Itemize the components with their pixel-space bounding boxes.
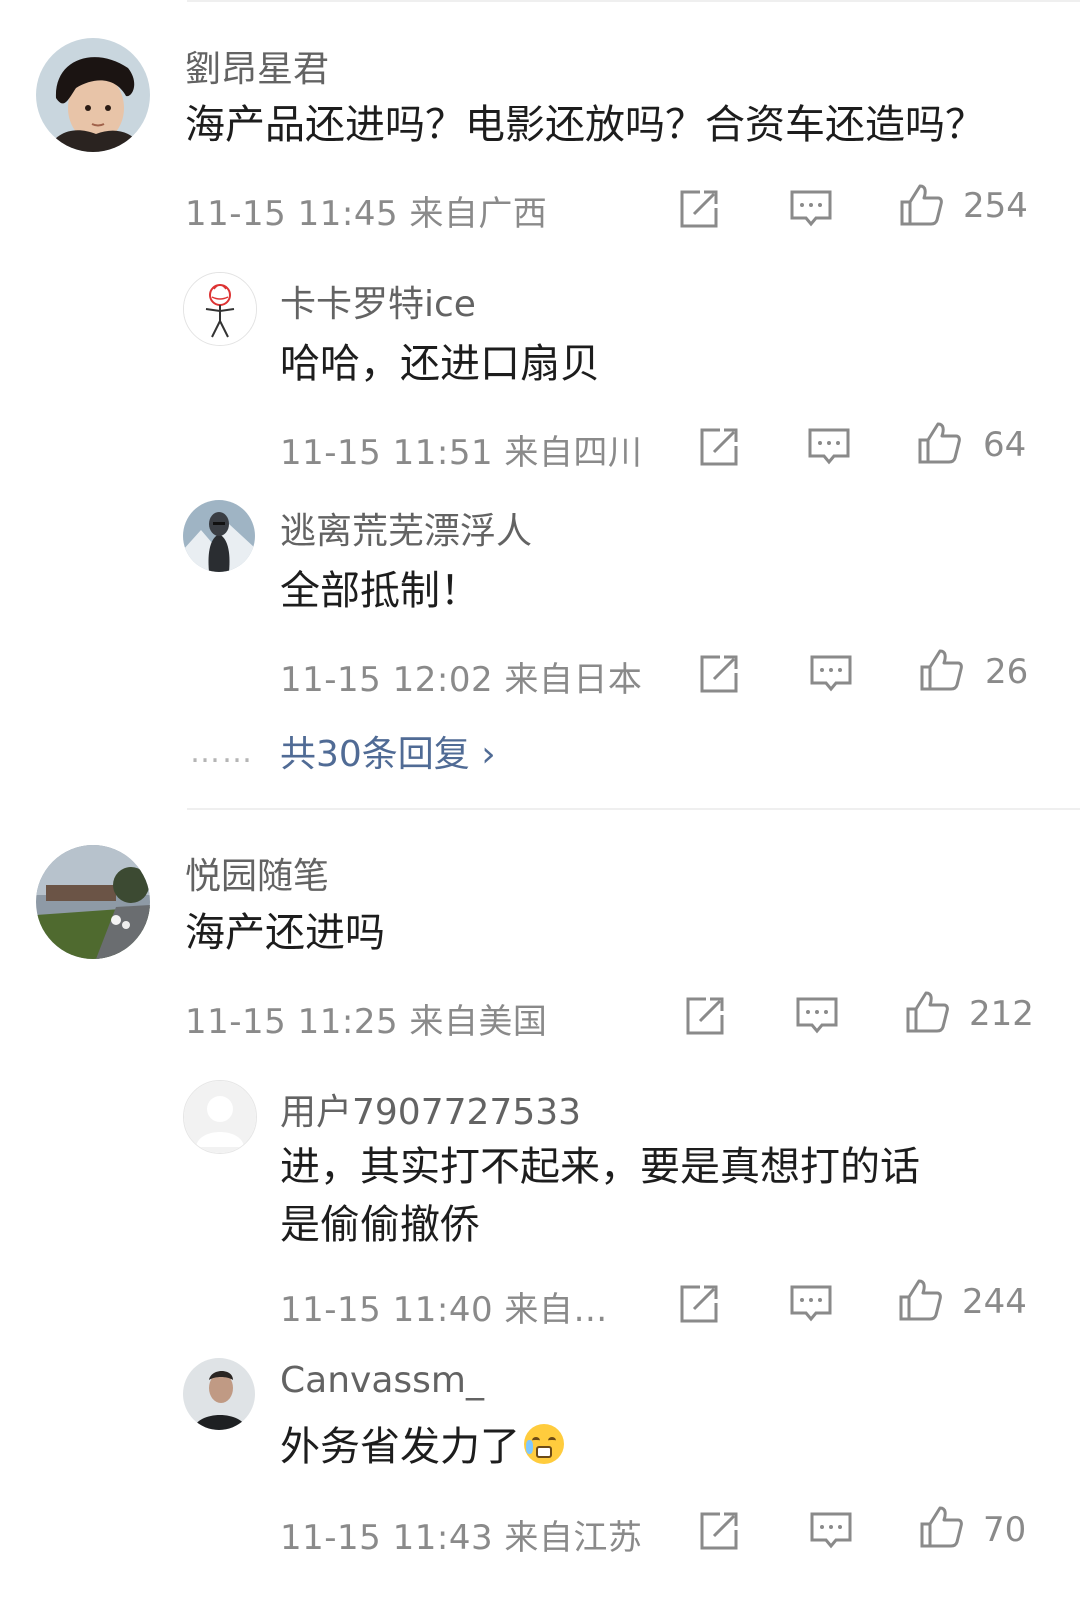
share-icon[interactable]: [696, 424, 742, 470]
avatar[interactable]: [36, 845, 150, 959]
more-dots: ……: [190, 735, 254, 770]
reply-text: 全部抵制！: [280, 568, 480, 614]
reply-text-line2: 是偷偷撤侨: [280, 1202, 480, 1248]
comment-icon[interactable]: [788, 186, 834, 232]
replier-name[interactable]: 逃离荒芜漂浮人: [280, 502, 532, 554]
comment-meta: 11-15 11:25 来自美国: [185, 1002, 548, 1042]
commenter-name[interactable]: 劉昂星君: [185, 40, 329, 92]
like-icon[interactable]: [918, 647, 964, 693]
replier-name[interactable]: 卡卡罗特ice: [280, 275, 476, 327]
view-all-replies-link[interactable]: 共30条回复 ›: [280, 725, 496, 777]
reply-text-content: 外务省发力了: [280, 1424, 520, 1470]
like-icon[interactable]: [918, 1504, 964, 1550]
avatar[interactable]: [183, 1358, 255, 1430]
reply-text: 进，其实打不起来，要是真想打的话: [280, 1144, 920, 1190]
comment-icon[interactable]: [808, 1508, 854, 1554]
reply-meta: 11-15 11:40 来自…: [280, 1290, 608, 1330]
comment-icon[interactable]: [806, 424, 852, 470]
weary-face-emoji: [524, 1424, 564, 1464]
divider: [187, 808, 1080, 810]
comment-text: 海产品还进吗？电影还放吗？合资车还造吗？: [185, 102, 985, 148]
like-count: 212: [969, 994, 1034, 1034]
like-icon[interactable]: [897, 1277, 943, 1323]
like-icon[interactable]: [904, 989, 950, 1035]
comment-icon[interactable]: [794, 993, 840, 1039]
comment-icon[interactable]: [808, 651, 854, 697]
reply-text: 外务省发力了: [280, 1418, 564, 1476]
avatar[interactable]: [183, 500, 255, 572]
comment-icon[interactable]: [788, 1281, 834, 1327]
share-icon[interactable]: [696, 651, 742, 697]
divider: [187, 0, 1080, 2]
reply-meta: 11-15 11:51 来自四川: [280, 433, 643, 473]
like-count: 254: [963, 186, 1028, 226]
like-count: 26: [985, 652, 1029, 692]
reply-meta: 11-15 11:43 来自江苏: [280, 1518, 643, 1558]
reply-meta: 11-15 12:02 来自日本: [280, 660, 643, 700]
reply-text: 哈哈，还进口扇贝: [280, 341, 600, 387]
like-icon[interactable]: [916, 420, 962, 466]
share-icon[interactable]: [676, 1281, 722, 1327]
replier-name[interactable]: Canvassm_: [280, 1360, 484, 1401]
like-count: 70: [983, 1510, 1027, 1550]
like-count: 244: [962, 1282, 1027, 1322]
avatar[interactable]: [183, 1080, 257, 1154]
comment-text: 海产还进吗: [185, 910, 385, 956]
share-icon[interactable]: [676, 186, 722, 232]
replier-name[interactable]: 用户7907727533: [280, 1083, 581, 1135]
avatar[interactable]: [183, 272, 257, 346]
share-icon[interactable]: [682, 993, 728, 1039]
comment-meta: 11-15 11:45 来自广西: [185, 194, 548, 234]
share-icon[interactable]: [696, 1508, 742, 1554]
commenter-name[interactable]: 悦园随笔: [185, 847, 329, 899]
like-count: 64: [983, 425, 1027, 465]
avatar[interactable]: [36, 38, 150, 152]
like-icon[interactable]: [898, 182, 944, 228]
